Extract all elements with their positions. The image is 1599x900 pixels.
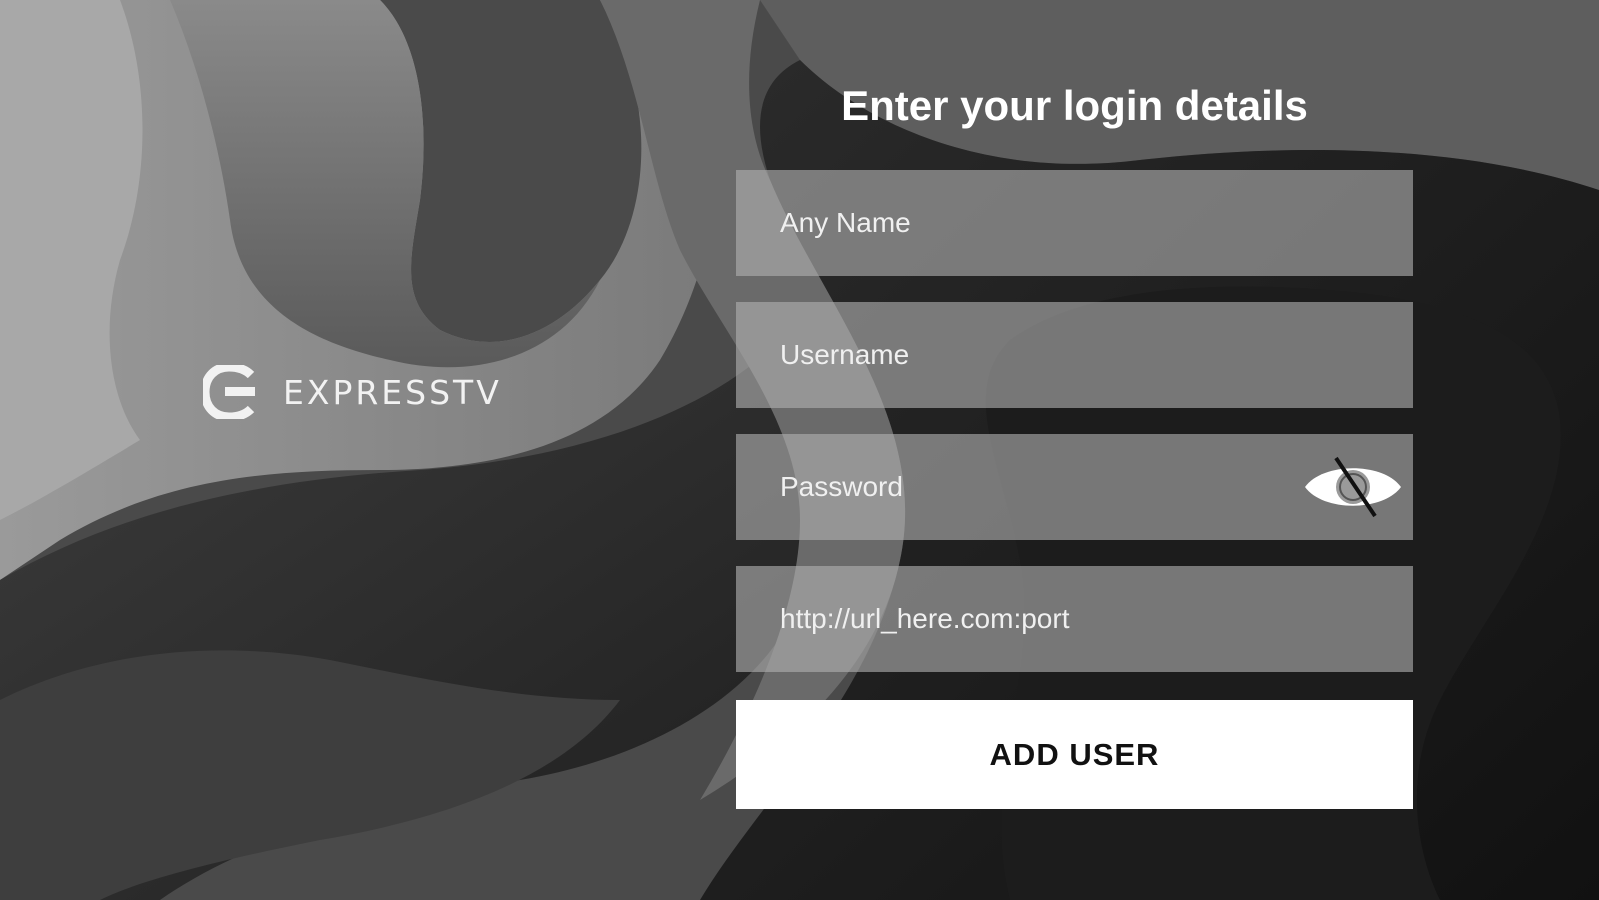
brand-name: EXPRESSTV	[283, 372, 502, 412]
expresstv-logo: EXPRESSTV	[203, 362, 563, 422]
username-input[interactable]	[736, 302, 1413, 408]
eye-slash-icon	[1305, 456, 1401, 518]
password-field-box	[736, 434, 1413, 540]
login-title: Enter your login details	[841, 82, 1308, 129]
server-url-field-box	[736, 566, 1413, 672]
any-name-field-box	[736, 170, 1413, 276]
any-name-input[interactable]	[736, 170, 1413, 276]
server-url-input[interactable]	[736, 566, 1413, 672]
username-field-box	[736, 302, 1413, 408]
password-visibility-toggle[interactable]	[1303, 456, 1403, 518]
expresstv-e-logo	[203, 365, 255, 419]
login-screen: EXPRESSTV Enter your login details ADD U…	[0, 0, 1599, 900]
add-user-button[interactable]: ADD USER	[736, 700, 1413, 809]
